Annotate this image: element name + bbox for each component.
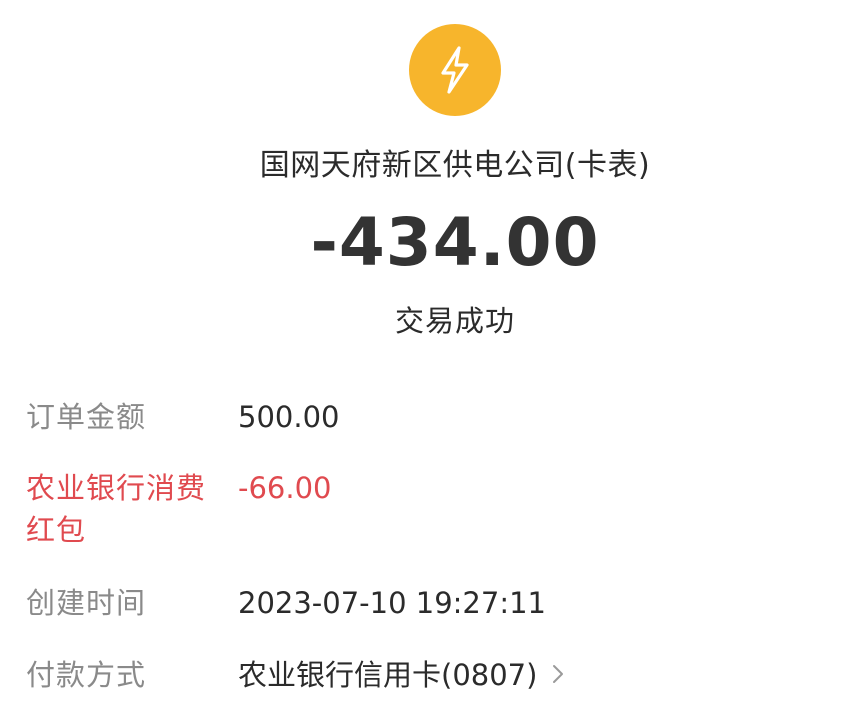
merchant-logo (409, 24, 501, 116)
chevron-right-icon[interactable] (551, 654, 565, 696)
merchant-name: 国网天府新区供电公司(卡表) (259, 148, 651, 183)
detail-label: 创建时间 (26, 586, 147, 620)
detail-value: -66.00 (238, 471, 332, 505)
detail-label: 订单金额 (26, 400, 147, 434)
detail-value: 500.00 (238, 400, 340, 434)
transaction-amount: -434.00 (310, 204, 600, 281)
lightning-bolt-icon (409, 24, 501, 116)
transaction-status: 交易成功 (394, 304, 515, 338)
detail-value: 2023-07-10 19:27:11 (238, 586, 546, 620)
detail-label: 农业银行消费红包 (26, 471, 207, 547)
payment-method-value: 农业银行信用卡(0807) (238, 658, 538, 692)
payment-method-link[interactable]: 农业银行信用卡(0807) (238, 654, 565, 698)
detail-label: 付款方式 (26, 658, 147, 692)
